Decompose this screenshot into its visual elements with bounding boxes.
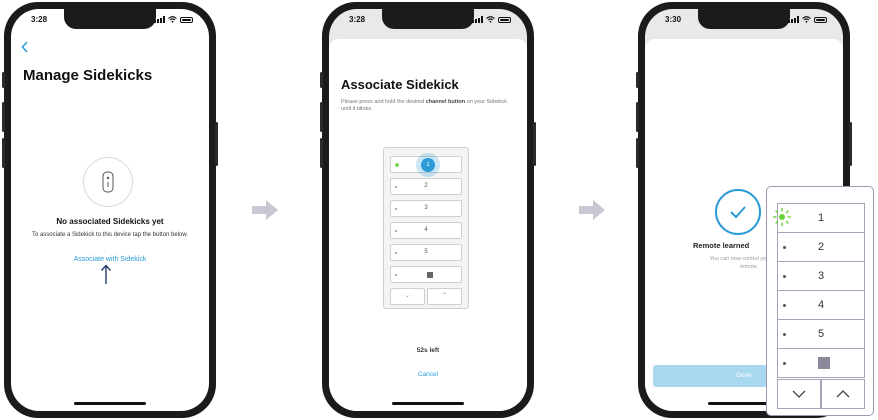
cancel-button[interactable]: Cancel [329, 371, 527, 378]
chevron-up-icon: ⌃ [427, 288, 462, 305]
page-title: Associate Sidekick [341, 77, 459, 92]
channel-label: 4 [817, 299, 825, 311]
channel-label: 2 [424, 183, 428, 189]
sidekick-remote-icon [83, 157, 133, 207]
screen-manage-sidekicks: 3:28 Manage Sidekicks No associated Side… [11, 9, 209, 411]
sidekick-zoom-callout: 1 2 3 4 5 [766, 186, 874, 416]
channel-button-1: 1 [390, 153, 462, 177]
battery-icon [814, 16, 827, 23]
chevron-down-icon: ⌄ [390, 288, 425, 305]
phone-2: 3:28 Associate Sidekick Please press and… [320, 2, 536, 418]
channel-button-5: 5 [390, 244, 462, 261]
channel-label: 2 [817, 241, 825, 253]
stop-icon [427, 272, 433, 278]
channel-label: 5 [817, 328, 825, 340]
zoom-stop-button [777, 348, 865, 378]
step-arrow-icon [579, 200, 605, 220]
wifi-icon [802, 16, 811, 23]
zoom-channel-button-5: 5 [777, 319, 865, 349]
zoom-channel-button-1: 1 [773, 203, 865, 233]
status-time: 3:28 [349, 15, 366, 24]
channel-label: 1 [421, 158, 435, 172]
battery-icon [180, 16, 193, 23]
signal-icon [154, 16, 165, 23]
wifi-icon [168, 16, 177, 23]
channel-label: 3 [424, 205, 428, 211]
step-arrow-icon [252, 200, 278, 220]
associate-sidekick-link[interactable]: Associate with Sidekick [11, 256, 209, 263]
channel-button-2: 2 [390, 178, 462, 195]
channel-label: 3 [817, 270, 825, 282]
home-indicator [392, 402, 464, 405]
battery-icon [498, 16, 511, 23]
wifi-icon [486, 16, 495, 23]
screen-associate-sidekick: 3:28 Associate Sidekick Please press and… [329, 9, 527, 411]
empty-state-body: To associate a Sidekick to this device t… [31, 232, 189, 238]
channel-label: 4 [424, 227, 428, 233]
chevron-up-icon [821, 379, 865, 409]
stop-icon [818, 357, 830, 369]
chevron-left-icon[interactable] [21, 41, 29, 53]
channel-button-4: 4 [390, 222, 462, 239]
empty-state-heading: No associated Sidekicks yet [56, 217, 164, 226]
zoom-channel-button-2: 2 [777, 232, 865, 262]
phone-1: 3:28 Manage Sidekicks No associated Side… [2, 2, 218, 418]
zoom-channel-button-4: 4 [777, 290, 865, 320]
signal-icon [472, 16, 483, 23]
pointer-arrow-icon [100, 264, 112, 284]
tutorial-stage: 3:28 Manage Sidekicks No associated Side… [0, 0, 878, 420]
channel-label: 5 [424, 249, 428, 255]
stop-button [390, 266, 462, 283]
zoom-channel-button-3: 3 [777, 261, 865, 291]
home-indicator [74, 402, 146, 405]
channel-button-3: 3 [390, 200, 462, 217]
status-bar: 3:28 [329, 15, 527, 29]
status-time: 3:28 [31, 15, 48, 24]
status-bar: 3:28 [11, 15, 209, 29]
status-time: 3:30 [665, 15, 682, 24]
page-title: Manage Sidekicks [23, 67, 153, 84]
status-bar: 3:30 [645, 15, 843, 29]
checkmark-icon [715, 189, 761, 235]
chevron-down-icon [777, 379, 821, 409]
signal-icon [788, 16, 799, 23]
led-indicator [395, 163, 399, 167]
success-heading: Remote learned [693, 241, 750, 250]
sidekick-illustration: 1 2 3 4 5 ⌄ ⌃ [383, 147, 469, 309]
countdown-timer: 52s left [416, 347, 440, 354]
instruction-text: Please press and hold the desired channe… [341, 99, 508, 112]
channel-label: 1 [817, 212, 825, 224]
